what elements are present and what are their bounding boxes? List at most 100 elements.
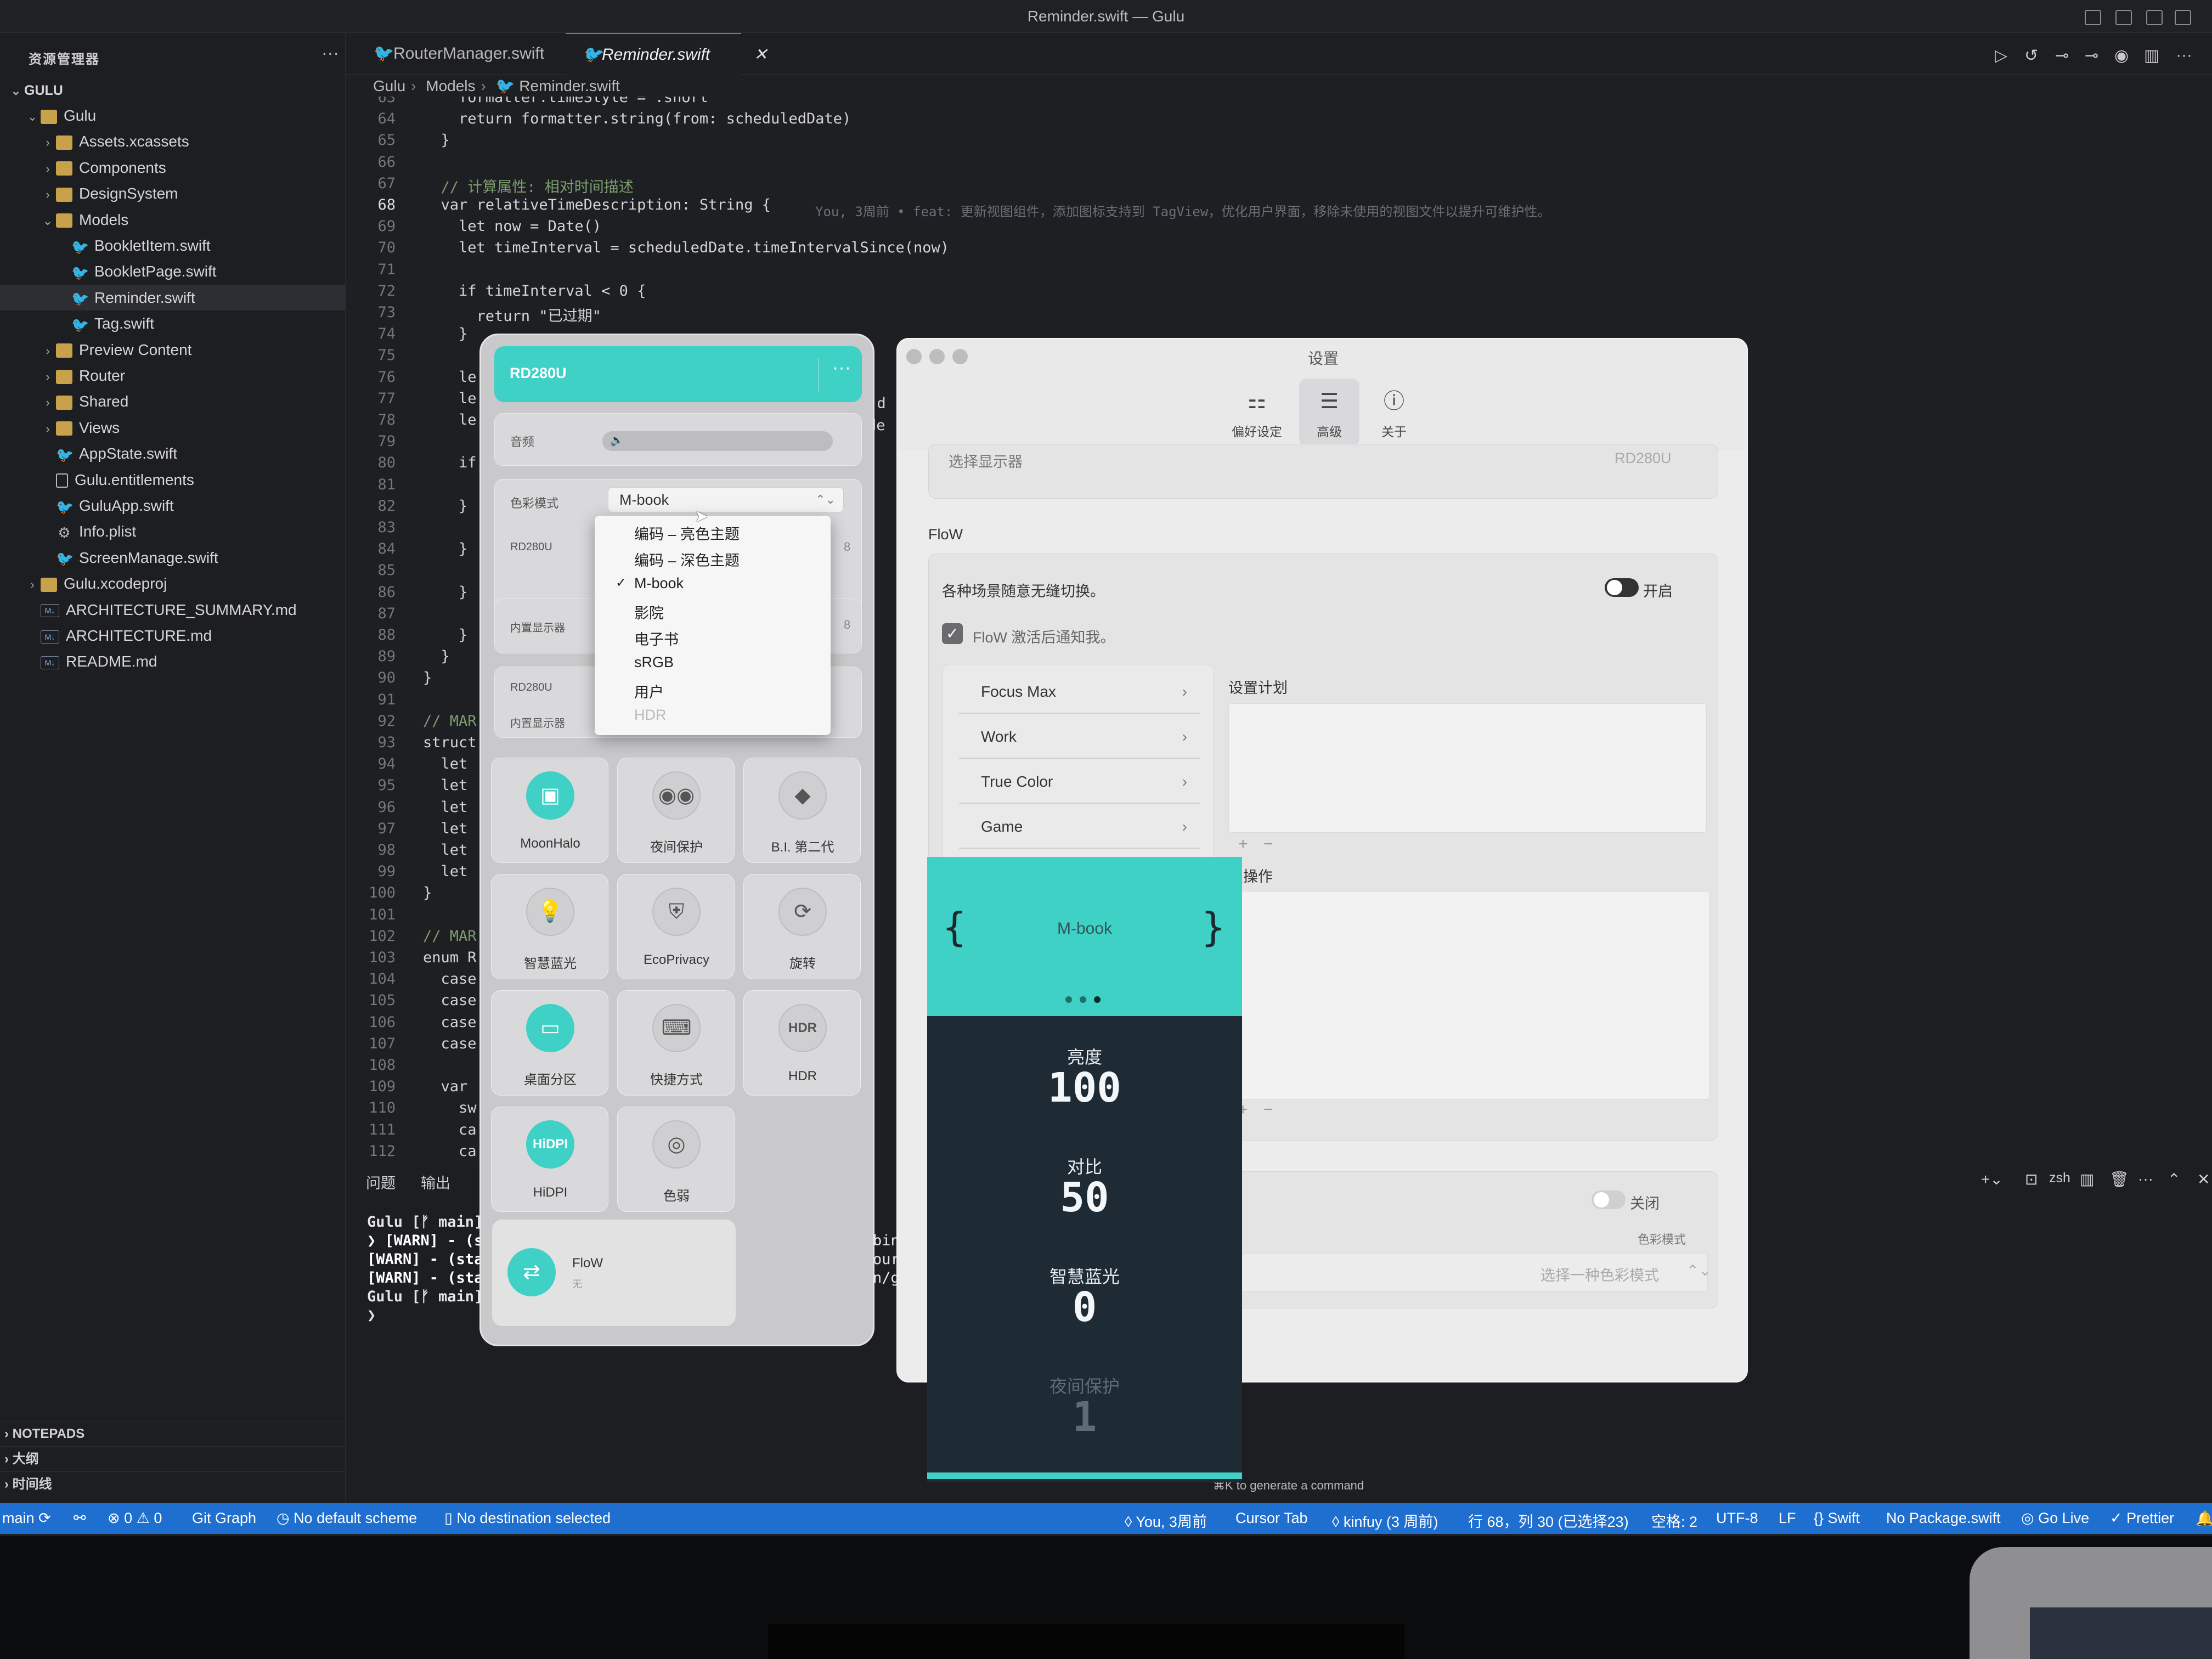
notify-checkbox[interactable]: ✓: [942, 623, 963, 644]
maximize-panel-icon[interactable]: ⌃: [2168, 1170, 2180, 1188]
tree-item[interactable]: › Router: [0, 363, 346, 388]
dropdown-option[interactable]: 编码 – 亮色主题: [634, 522, 740, 544]
tree-item[interactable]: › Views: [0, 415, 346, 441]
status-destination[interactable]: ▯ No destination selected: [444, 1510, 611, 1527]
tree-item[interactable]: ⌄ Gulu: [0, 103, 346, 128]
flow-item-game[interactable]: Game ›: [959, 805, 1200, 849]
toggle-secondary-sidebar-icon[interactable]: [2146, 10, 2163, 25]
status-package[interactable]: No Package.swift: [1886, 1510, 2001, 1527]
status-branch[interactable]: main ⟳: [2, 1510, 51, 1527]
feature-tile[interactable]: ⌨ 快捷方式: [617, 990, 735, 1096]
status-cursor-position[interactable]: 行 68，列 30 (已选择23): [1468, 1510, 1629, 1531]
git-commit-icon[interactable]: ⊸: [2055, 46, 2069, 65]
toggle-sidebar-icon[interactable]: [2085, 10, 2101, 25]
flow-toggle[interactable]: [1605, 578, 1639, 597]
flow-item-focus-max[interactable]: Focus Max ›: [959, 670, 1200, 714]
tab-problems[interactable]: 问题: [366, 1171, 396, 1193]
breadcrumb-file[interactable]: Reminder.swift: [519, 77, 620, 94]
second-toggle[interactable]: [1592, 1190, 1626, 1209]
outline-section[interactable]: › 大纲: [0, 1446, 346, 1471]
feature-tile[interactable]: ▣ MoonHalo: [491, 758, 608, 863]
status-spaces[interactable]: 空格: 2: [1651, 1510, 1697, 1531]
tree-item[interactable]: › Gulu.xcodeproj: [0, 571, 346, 596]
select-display-value[interactable]: RD280U: [1615, 450, 1672, 467]
feature-tile[interactable]: ◆ B.I. 第二代: [743, 758, 861, 863]
tab-advanced[interactable]: ☰ 高级: [1299, 379, 1359, 447]
explorer-root[interactable]: ⌄ GULU: [0, 78, 346, 103]
status-scheme[interactable]: ◷ No default scheme: [276, 1510, 417, 1527]
git-compare-icon[interactable]: ⊸: [2085, 46, 2098, 65]
dropdown-option[interactable]: M-book: [634, 575, 684, 592]
tree-item[interactable]: › Preview Content: [0, 337, 346, 363]
split-editor-icon[interactable]: ▥: [2144, 46, 2159, 65]
history-icon[interactable]: ↺: [2024, 46, 2038, 65]
feature-tile[interactable]: ◎ 色弱: [617, 1107, 735, 1212]
dropdown-option[interactable]: 用户: [634, 680, 664, 702]
remove-plan-button[interactable]: −: [1263, 835, 1273, 854]
close-tab-icon[interactable]: ✕: [754, 34, 768, 76]
status-cursor-tab[interactable]: Cursor Tab: [1235, 1510, 1308, 1527]
toggle-panel-icon[interactable]: [2115, 10, 2132, 25]
remove-action-button[interactable]: −: [1263, 1101, 1273, 1119]
panel-more-icon[interactable]: ···: [2138, 1170, 2153, 1188]
tree-item[interactable]: ⌄ Models: [0, 207, 346, 233]
breadcrumb-models[interactable]: Models: [426, 77, 475, 94]
breadcrumb-gulu[interactable]: Gulu: [373, 77, 405, 94]
status-prettier[interactable]: ✓ Prettier: [2110, 1510, 2174, 1527]
run-icon[interactable]: ▷: [1995, 46, 2007, 65]
action-list[interactable]: [1228, 891, 1710, 1099]
feature-tile[interactable]: HiDPI HiDPI: [491, 1107, 608, 1212]
tab-about[interactable]: ⓘ 关于: [1364, 379, 1424, 447]
widget-more-button[interactable]: ···: [832, 357, 851, 379]
trash-icon[interactable]: 🗑: [2109, 1170, 2129, 1188]
layout-icon[interactable]: [2175, 10, 2191, 25]
status-language[interactable]: {} Swift: [1814, 1510, 1860, 1527]
tree-item[interactable]: 🐦 Reminder.swift: [0, 285, 346, 311]
tab-output[interactable]: 输出: [421, 1171, 450, 1193]
page-dot[interactable]: [1065, 996, 1072, 1003]
terminal-output[interactable]: Gulu [ᚠ main] ❯ [WARN] - (s [WARN] - (sta[…: [367, 1213, 483, 1325]
color-mode-select[interactable]: M-book ⌃⌄: [608, 487, 844, 512]
tree-item[interactable]: 🐦 ScreenManage.swift: [0, 545, 346, 571]
flow-item-work[interactable]: Work ›: [959, 715, 1200, 759]
tree-item[interactable]: ⚙ Info.plist: [0, 519, 346, 544]
tab-preferences[interactable]: ⚏ 偏好设定: [1227, 379, 1287, 447]
status-problems[interactable]: ⊗ 0 ⚠ 0: [108, 1510, 162, 1527]
split-terminal-icon[interactable]: ▥: [2080, 1170, 2094, 1188]
flow-item-true-color[interactable]: True Color ›: [959, 760, 1200, 804]
tree-item[interactable]: M↓ ARCHITECTURE.md: [0, 623, 346, 648]
add-plan-button[interactable]: +: [1238, 835, 1248, 854]
tree-item[interactable]: 🐦 BookletItem.swift: [0, 233, 346, 258]
tab-router-manager[interactable]: 🐦 RouterManager.swift: [357, 33, 560, 75]
feature-tile[interactable]: ⛨ EcoPrivacy: [617, 874, 735, 979]
page-dot[interactable]: [1080, 996, 1086, 1003]
dropdown-option[interactable]: 编码 – 深色主题: [634, 549, 740, 570]
tree-item[interactable]: Gulu.entitlements: [0, 467, 346, 493]
close-panel-icon[interactable]: ✕: [2197, 1170, 2210, 1188]
notepads-section[interactable]: › NOTEPADS: [0, 1421, 346, 1446]
feature-tile[interactable]: ◉◉ 夜间保护: [617, 758, 735, 863]
remote-icon[interactable]: ⚯: [74, 1510, 86, 1527]
volume-slider[interactable]: 🔈: [602, 431, 833, 451]
tree-item[interactable]: M↓ README.md: [0, 649, 346, 674]
timeline-section[interactable]: › 时间线: [0, 1471, 346, 1497]
status-eol[interactable]: LF: [1779, 1510, 1796, 1527]
status-author[interactable]: ◊ kinfuy (3 周前): [1332, 1510, 1438, 1531]
status-git-graph[interactable]: Git Graph: [192, 1510, 256, 1527]
tree-item[interactable]: 🐦 GuluApp.swift: [0, 493, 346, 518]
status-blame[interactable]: ◊ You, 3周前: [1125, 1510, 1207, 1531]
tree-item[interactable]: › Assets.xcassets: [0, 129, 346, 154]
link-icon[interactable]: 8: [844, 618, 850, 632]
status-encoding[interactable]: UTF-8: [1716, 1510, 1758, 1527]
tree-item[interactable]: 🐦 BookletPage.swift: [0, 259, 346, 284]
tree-item[interactable]: 🐦 AppState.swift: [0, 441, 346, 466]
status-go-live[interactable]: ◎ Go Live: [2021, 1510, 2089, 1527]
dropdown-option[interactable]: sRGB: [634, 654, 674, 671]
flow-card[interactable]: ⇄ FloW 无: [492, 1220, 736, 1326]
terminal-shell-name[interactable]: zsh: [2049, 1170, 2070, 1186]
tree-item[interactable]: 🐦 Tag.swift: [0, 311, 346, 336]
dropdown-option[interactable]: 影院: [634, 601, 664, 623]
link-icon[interactable]: 8: [844, 540, 850, 554]
plan-list[interactable]: [1228, 703, 1707, 833]
tab-reminder[interactable]: 🐦 Reminder.swift ✕: [566, 33, 768, 75]
